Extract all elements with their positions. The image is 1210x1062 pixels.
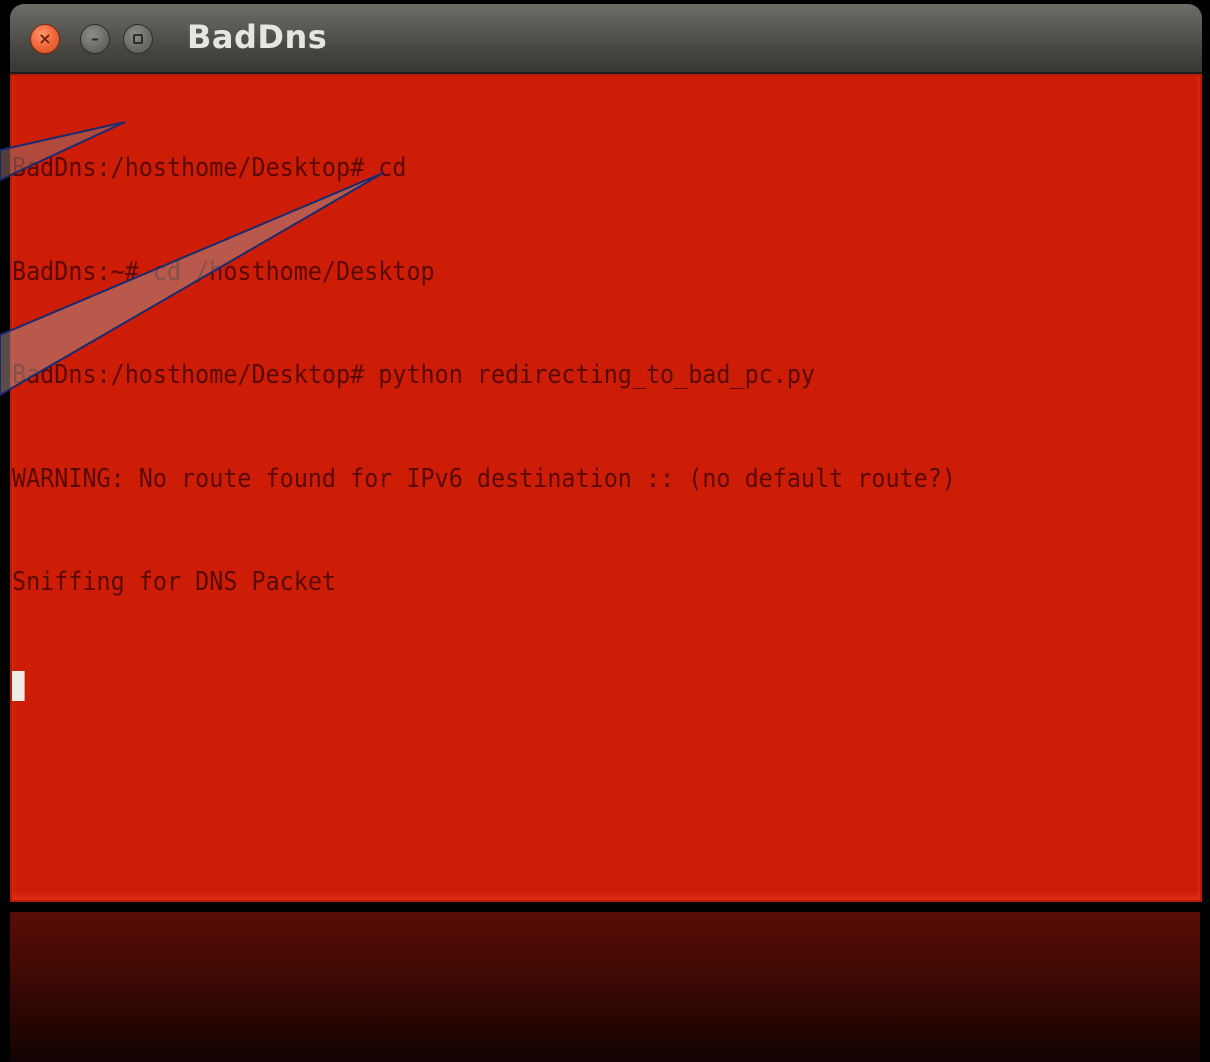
close-icon: × bbox=[38, 29, 52, 48]
terminal-line: BadDns:~# cd /hosthome/Desktop bbox=[12, 256, 435, 287]
terminal-line: Sniffing for DNS Packet bbox=[12, 567, 337, 597]
terminal-cursor bbox=[12, 670, 25, 701]
close-button[interactable]: × bbox=[30, 24, 60, 54]
minimize-button[interactable]: – bbox=[80, 24, 110, 54]
window-title: BadDns bbox=[187, 18, 328, 56]
terminal-line: WARNING: No route found for IPv6 destina… bbox=[12, 463, 956, 494]
terminal-line: BadDns:/hosthome/Desktop# python redirec… bbox=[12, 360, 816, 390]
terminal-line: BadDns:/hosthome/Desktop# cd bbox=[12, 153, 407, 183]
minimize-icon: – bbox=[91, 29, 99, 48]
desktop-stage: × – BadDns BadDns:/hosthome/Desktop# cd … bbox=[0, 0, 1210, 1062]
maximize-icon bbox=[133, 34, 143, 44]
maximize-button[interactable] bbox=[123, 24, 153, 54]
title-bar[interactable]: × – BadDns bbox=[10, 4, 1202, 74]
terminal-window: × – BadDns BadDns:/hosthome/Desktop# cd … bbox=[10, 4, 1202, 904]
window-reflection bbox=[10, 912, 1200, 1062]
terminal-area[interactable]: BadDns:/hosthome/Desktop# cd BadDns:~# c… bbox=[10, 74, 1202, 902]
terminal-output: BadDns:/hosthome/Desktop# cd BadDns:~# c… bbox=[12, 82, 956, 770]
